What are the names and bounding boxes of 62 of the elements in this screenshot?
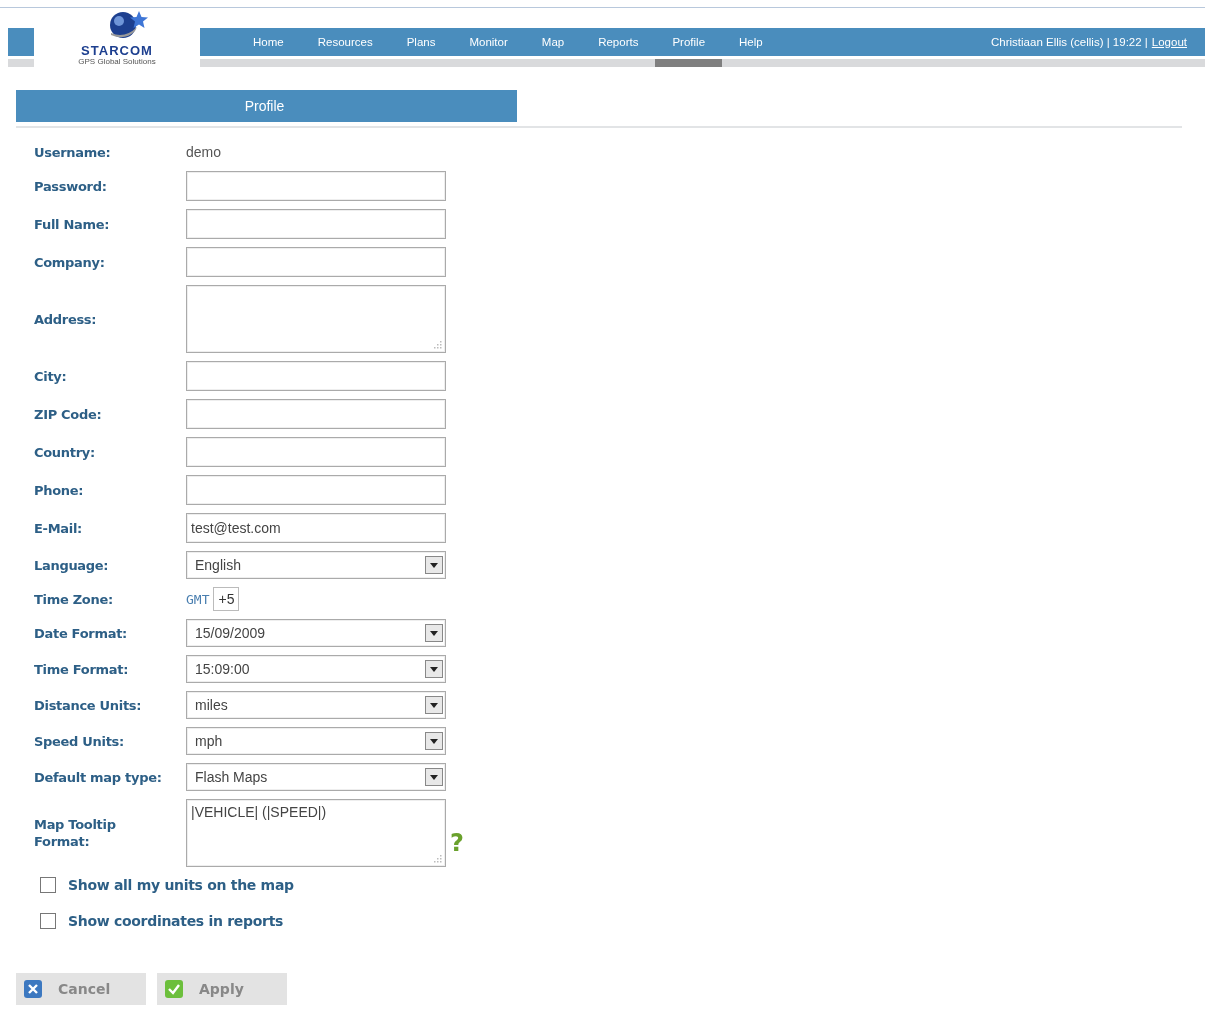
field-label: Time Format: [34, 661, 130, 677]
field-label: Full Name: [34, 216, 111, 232]
logout-link[interactable]: Logout [1151, 28, 1187, 56]
resize-grip-icon [432, 339, 442, 349]
field-label: E-Mail: [34, 520, 83, 536]
dropdown[interactable]: 15:09:00 [186, 655, 446, 683]
dropdown[interactable]: mph [186, 727, 446, 755]
action-button[interactable]: Apply [157, 973, 287, 1005]
sub-nav-strip [8, 59, 34, 67]
field-label: Company: [34, 254, 106, 270]
input-field[interactable] [186, 399, 446, 429]
nav-tab[interactable]: Plans [389, 28, 453, 67]
input-field[interactable] [186, 171, 446, 201]
panel-title: Profile [244, 98, 285, 114]
input-field[interactable]: test@test.com [186, 513, 446, 543]
nav-tab[interactable]: Home [236, 28, 301, 67]
checkbox[interactable] [40, 877, 56, 893]
input-field[interactable] [186, 361, 446, 391]
input-field[interactable] [186, 437, 446, 467]
field-label: ZIP Code: [34, 406, 103, 422]
timezone-offset-field[interactable]: +5 [213, 587, 240, 611]
field-label: Address: [34, 310, 98, 328]
user-info: Christiaan Ellis (cellis) | 19:22 | [991, 35, 1148, 50]
checkbox-label: Show coordinates in reports [68, 913, 284, 929]
field-label: Distance Units: [34, 697, 143, 713]
nav-tab[interactable]: Map [524, 28, 582, 67]
field-label: Language: [34, 557, 110, 573]
nav-bar-end [8, 28, 34, 56]
dropdown[interactable]: miles [186, 691, 446, 719]
text-area[interactable]: |VEHICLE| (|SPEED|) [186, 799, 446, 867]
field-label: City: [34, 368, 68, 384]
timezone-prefix: GMT [186, 591, 210, 607]
text-area[interactable] [186, 285, 446, 353]
field-value: demo [186, 144, 222, 160]
field-label: Time Zone: [34, 591, 114, 607]
field-label: Map Tooltip Format: [34, 816, 117, 850]
field-label: Date Format: [34, 625, 128, 641]
resize-grip-icon [432, 853, 442, 863]
checkbox-label: Show all my units on the map [68, 877, 294, 893]
help-icon[interactable]: ? [450, 829, 464, 857]
nav-tab[interactable]: Resources [300, 28, 390, 67]
nav-tab[interactable]: Help [722, 28, 780, 67]
field-label: Password: [34, 178, 108, 194]
logo-tagline: GPS Global Solutions [78, 57, 156, 66]
logo-name: STARCOM [81, 45, 153, 57]
dropdown[interactable]: Flash Maps [186, 763, 446, 791]
nav-tab[interactable]: Reports [581, 28, 656, 67]
checkbox[interactable] [40, 913, 56, 929]
checkmark-icon [165, 980, 183, 998]
field-label: Speed Units: [34, 733, 125, 749]
nav-tab[interactable]: Monitor [452, 28, 525, 67]
close-icon [24, 980, 42, 998]
input-field[interactable] [186, 247, 446, 277]
field-label: Default map type: [34, 769, 163, 785]
input-field[interactable] [186, 475, 446, 505]
dropdown[interactable]: English [186, 551, 446, 579]
action-button[interactable]: Cancel [16, 973, 146, 1005]
input-field[interactable] [186, 209, 446, 239]
dropdown[interactable]: 15/09/2009 [186, 619, 446, 647]
field-label: Username: [34, 144, 112, 160]
field-label: Phone: [34, 482, 85, 498]
field-label: Country: [34, 444, 96, 460]
